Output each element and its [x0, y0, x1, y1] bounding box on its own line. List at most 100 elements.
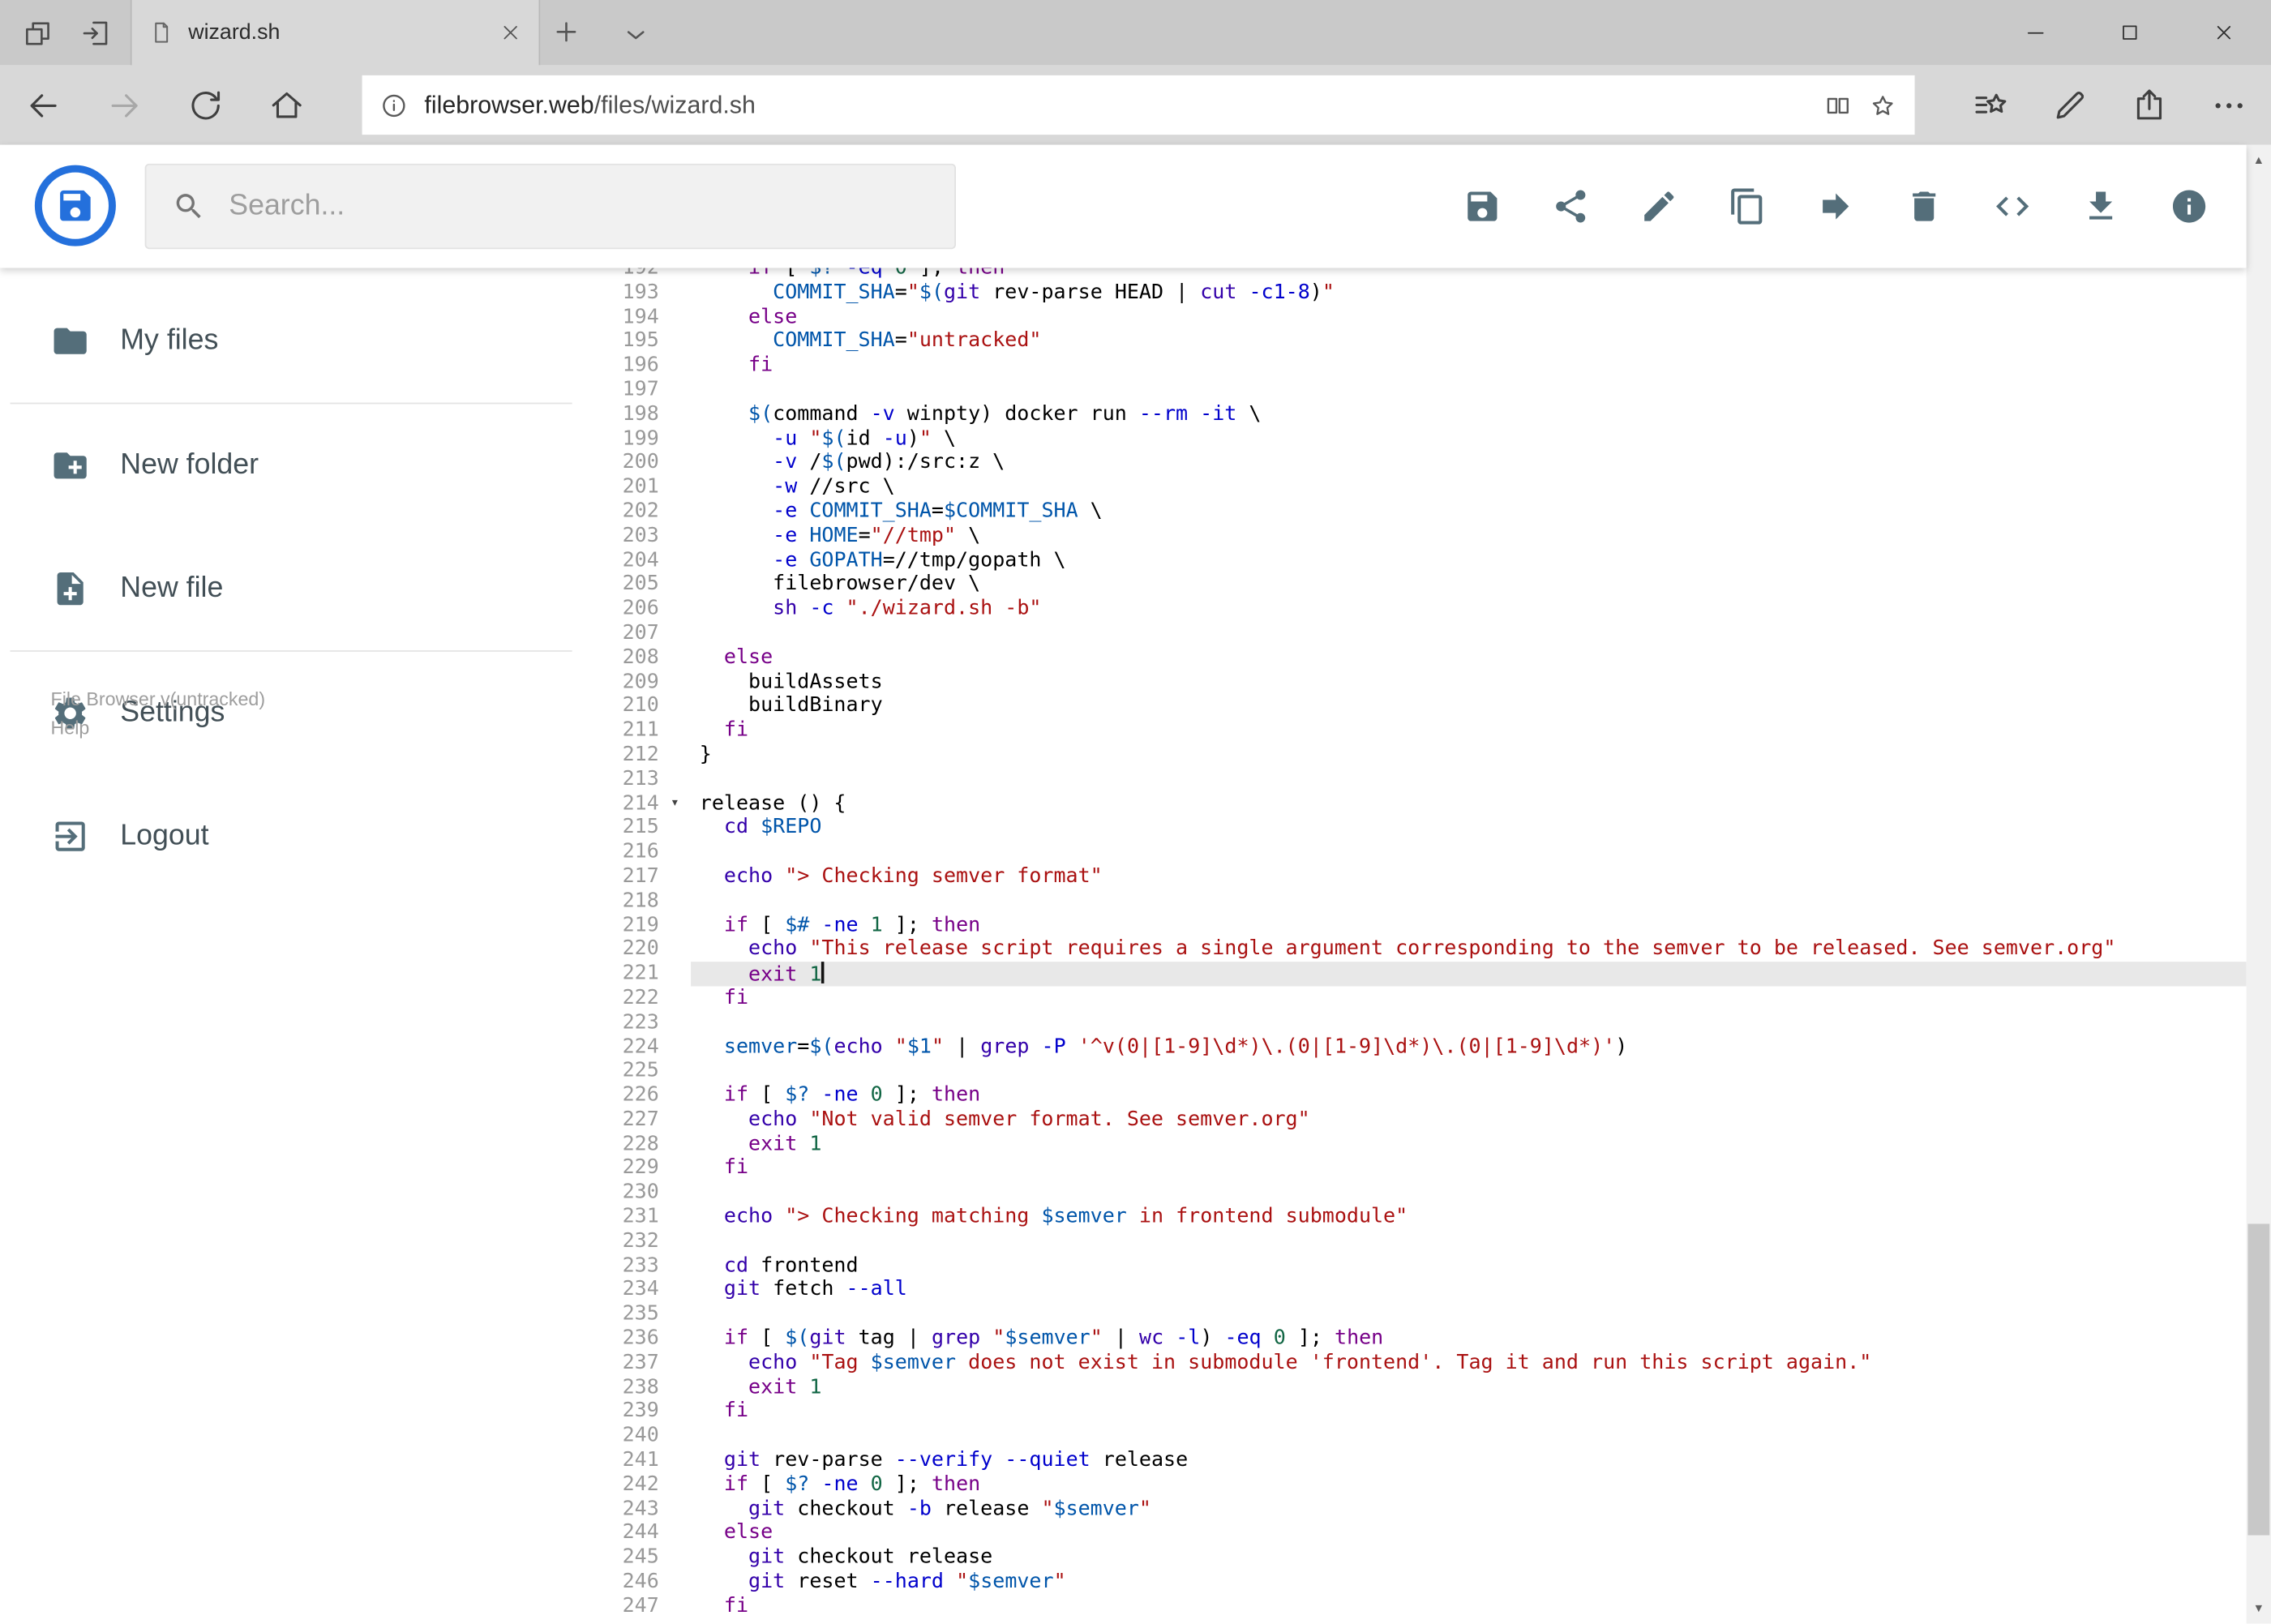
code-line[interactable]: 231 echo "> Checking matching $semver in… [586, 1205, 2246, 1229]
download-button[interactable] [2081, 186, 2120, 225]
code-text[interactable]: exit 1 [691, 962, 2247, 987]
code-text[interactable] [691, 840, 2247, 864]
help-link[interactable]: Help [51, 714, 266, 743]
code-line[interactable]: 201 -w //src \ [586, 475, 2246, 499]
code-text[interactable]: if [ $? -eq 0 ]; then [691, 268, 2247, 281]
code-text[interactable]: cd frontend [691, 1253, 2247, 1278]
code-text[interactable] [691, 1302, 2247, 1326]
minimize-button[interactable] [1989, 0, 2083, 65]
code-text[interactable]: fi [691, 986, 2247, 1010]
scroll-up-arrow[interactable]: ▲ [2247, 148, 2271, 172]
code-text[interactable]: filebrowser/dev \ [691, 572, 2247, 597]
code-line[interactable]: 224 semver=$(echo "$1" | grep -P '^v(0|[… [586, 1035, 2246, 1059]
tabs-aside-list-icon[interactable] [22, 17, 54, 49]
forward-button[interactable] [105, 86, 143, 123]
code-text[interactable]: $(command -v winpty) docker run --rm -it… [691, 402, 2247, 426]
code-text[interactable]: if [ $? -ne 0 ]; then [691, 1472, 2247, 1497]
code-text[interactable]: if [ $# -ne 1 ]; then [691, 913, 2247, 937]
code-editor[interactable]: 192 if [ $? -eq 0 ]; then 193 COMMIT_SHA=… [586, 268, 2247, 1624]
code-text[interactable]: echo "Not valid semver format. See semve… [691, 1108, 2247, 1132]
annotate-pen-icon[interactable] [2050, 86, 2088, 123]
code-text[interactable]: if [ $? -ne 0 ]; then [691, 1083, 2247, 1108]
code-line[interactable]: 234 git fetch --all [586, 1278, 2246, 1302]
home-button[interactable] [268, 86, 305, 123]
code-text[interactable]: -e GOPATH=//tmp/gopath \ [691, 548, 2247, 572]
code-line[interactable]: 218 [586, 889, 2246, 913]
code-line[interactable]: 196 fi [586, 354, 2246, 378]
code-line[interactable]: 202 -e COMMIT_SHA=$COMMIT_SHA \ [586, 499, 2246, 524]
code-text[interactable]: exit 1 [691, 1375, 2247, 1399]
code-text[interactable]: if [ $(git tag | grep "$semver" | wc -l)… [691, 1326, 2247, 1351]
code-line[interactable]: 238 exit 1 [586, 1375, 2246, 1399]
favorites-hub-icon[interactable] [1971, 86, 2008, 123]
sidebar-item-logout[interactable]: Logout [0, 775, 586, 898]
code-text[interactable]: fi [691, 1594, 2247, 1618]
code-line[interactable]: 233 cd frontend [586, 1253, 2246, 1278]
browser-share-icon[interactable] [2131, 86, 2168, 123]
code-line[interactable]: 239 fi [586, 1399, 2246, 1424]
code-text[interactable] [691, 378, 2247, 402]
address-bar[interactable]: filebrowser.web/files/wizard.sh [362, 75, 1915, 135]
code-text[interactable]: git rev-parse --verify --quiet release [691, 1448, 2247, 1472]
code-text[interactable]: -e COMMIT_SHA=$COMMIT_SHA \ [691, 499, 2247, 524]
set-tabs-aside-icon[interactable] [79, 17, 111, 49]
code-line[interactable]: 240 [586, 1424, 2246, 1448]
code-line[interactable]: 219 if [ $# -ne 1 ]; then [586, 913, 2246, 937]
code-text[interactable]: sh -c "./wizard.sh -b" [691, 597, 2247, 621]
code-line[interactable]: 206 sh -c "./wizard.sh -b" [586, 597, 2246, 621]
code-line[interactable]: 244 else [586, 1521, 2246, 1545]
code-text[interactable]: else [691, 1521, 2247, 1545]
code-line[interactable]: 195 COMMIT_SHA="untracked" [586, 329, 2246, 354]
code-line[interactable]: 203 -e HOME="//tmp" \ [586, 524, 2246, 548]
maximize-button[interactable] [2083, 0, 2177, 65]
code-text[interactable]: fi [691, 1156, 2247, 1181]
tab-preview-chevron-icon[interactable] [620, 19, 652, 50]
code-line[interactable]: 193 COMMIT_SHA="$(git rev-parse HEAD | c… [586, 281, 2246, 305]
code-line[interactable]: 213 [586, 767, 2246, 791]
code-text[interactable]: -v /$(pwd):/src:z \ [691, 451, 2247, 475]
code-line[interactable]: 200 -v /$(pwd):/src:z \ [586, 451, 2246, 475]
code-text[interactable] [691, 1424, 2247, 1448]
code-line[interactable]: 222 fi [586, 986, 2246, 1010]
code-text[interactable]: echo "This release script requires a sin… [691, 937, 2247, 962]
code-line[interactable]: 220 echo "This release script requires a… [586, 937, 2246, 962]
code-line[interactable]: 236 if [ $(git tag | grep "$semver" | wc… [586, 1326, 2246, 1351]
code-line[interactable]: 204 -e GOPATH=//tmp/gopath \ [586, 548, 2246, 572]
code-line[interactable]: 207 [586, 621, 2246, 645]
code-line[interactable]: 227 echo "Not valid semver format. See s… [586, 1108, 2246, 1132]
sidebar-item-my-files[interactable]: My files [0, 280, 586, 403]
code-line[interactable]: 215 cd $REPO [586, 816, 2246, 840]
share-button[interactable] [1551, 186, 1590, 225]
back-button[interactable] [24, 86, 62, 123]
code-text[interactable]: buildAssets [691, 670, 2247, 694]
code-text[interactable]: release () { [691, 791, 2247, 816]
code-line[interactable]: 226 if [ $? -ne 0 ]; then [586, 1083, 2246, 1108]
search-box[interactable]: Search... [144, 163, 956, 250]
code-line[interactable]: 243 git checkout -b release "$semver" [586, 1497, 2246, 1521]
code-line[interactable]: 197 [586, 378, 2246, 402]
code-text[interactable] [691, 1229, 2247, 1253]
code-text[interactable]: -u "$(id -u)" \ [691, 426, 2247, 451]
code-line[interactable]: 212} [586, 743, 2246, 767]
code-line[interactable]: 192 if [ $? -eq 0 ]; then [586, 268, 2246, 281]
code-text[interactable]: semver=$(echo "$1" | grep -P '^v(0|[1-9]… [691, 1035, 2247, 1059]
code-line[interactable]: 235 [586, 1302, 2246, 1326]
tab-close-icon[interactable] [499, 22, 521, 44]
code-line[interactable]: 221 exit 1 [586, 962, 2247, 987]
fold-marker-icon[interactable]: ▾ [659, 791, 691, 816]
code-line[interactable]: 225 [586, 1059, 2246, 1083]
code-text[interactable]: COMMIT_SHA="untracked" [691, 329, 2247, 354]
scrollbar[interactable]: ▲ ▼ [2246, 144, 2271, 1624]
code-text[interactable] [691, 1010, 2247, 1035]
code-line[interactable]: 217 echo "> Checking semver format" [586, 864, 2246, 889]
code-line[interactable]: 245 git checkout release [586, 1545, 2246, 1570]
editor-mode-button[interactable] [1993, 186, 2032, 225]
code-line[interactable]: 237 echo "Tag $semver does not exist in … [586, 1351, 2246, 1375]
code-text[interactable]: echo "Tag $semver does not exist in subm… [691, 1351, 2247, 1375]
save-button[interactable] [1463, 186, 1502, 225]
code-text[interactable] [691, 1059, 2247, 1083]
refresh-button[interactable] [186, 86, 224, 123]
delete-button[interactable] [1905, 186, 1943, 225]
code-text[interactable]: } [691, 743, 2247, 767]
code-text[interactable]: else [691, 645, 2247, 670]
